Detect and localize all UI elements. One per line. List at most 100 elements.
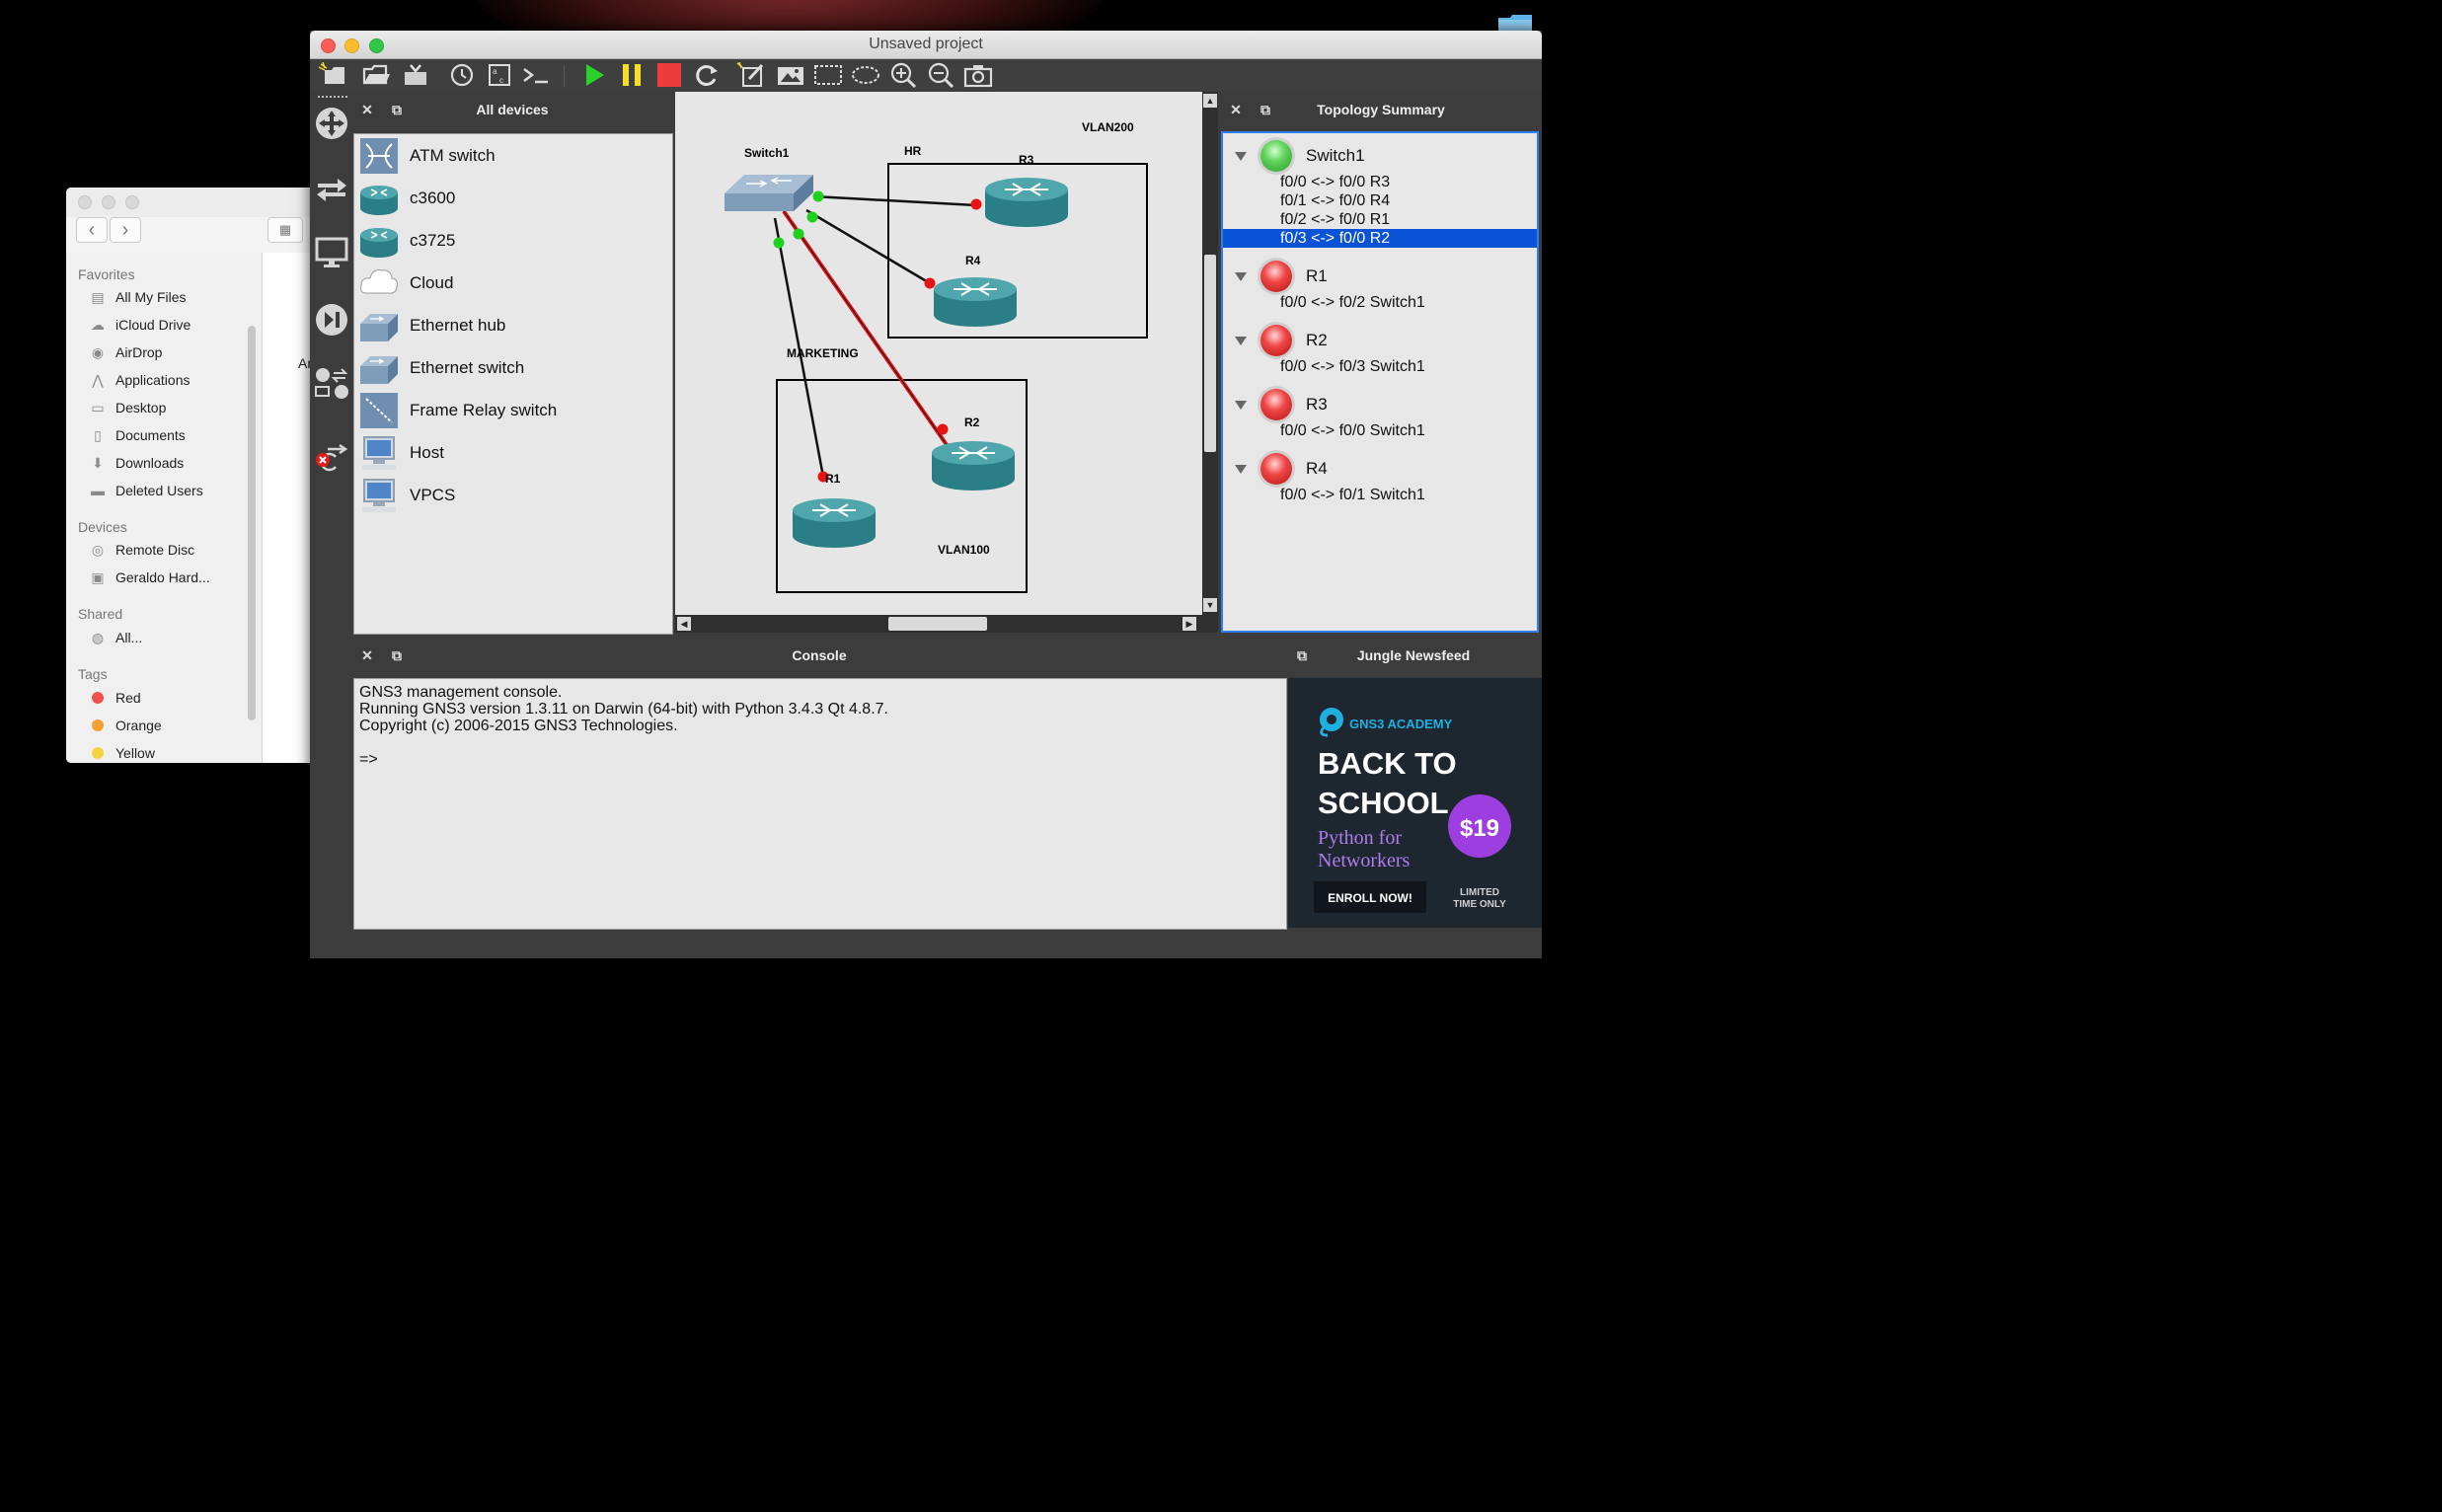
browse-end-devices-button[interactable] (314, 235, 349, 270)
close-console-dock-button[interactable]: ✕ (359, 647, 375, 663)
ad-cta[interactable]: ENROLL NOW! (1328, 891, 1412, 905)
expand-arrow-icon[interactable] (1235, 151, 1247, 161)
console-text[interactable]: GNS3 management console. Running GNS3 ver… (359, 684, 888, 768)
tag-item[interactable]: Yellow (88, 742, 155, 763)
switch1-node[interactable] (725, 175, 813, 211)
tag-item[interactable]: Red (88, 687, 141, 709)
window-minimize-button[interactable] (344, 38, 359, 53)
zoom-in-button[interactable] (887, 60, 919, 90)
save-project-button[interactable] (400, 60, 431, 90)
device-item[interactable]: Frame Relay switch (354, 389, 672, 431)
reload-all-button[interactable] (691, 60, 723, 90)
topology-node-r1[interactable]: R1 (1235, 260, 1328, 293)
topology-canvas[interactable]: VLAN200 HR MARKETING VLAN100 Switch1 R3 … (675, 92, 1202, 615)
topology-node-r2[interactable]: R2 (1235, 324, 1328, 357)
finder-forward-button[interactable]: › (110, 217, 141, 243)
terminal-button[interactable] (520, 60, 552, 90)
window-close-button[interactable] (321, 38, 336, 53)
browse-all-devices-button[interactable] (314, 366, 349, 402)
add-link-button[interactable] (314, 439, 349, 475)
favorites-item[interactable]: ▭ Desktop (88, 397, 166, 418)
device-item[interactable]: c3725 (354, 219, 672, 262)
vertical-scroll-thumb[interactable] (1204, 255, 1216, 452)
topology-drawing[interactable]: VLAN200 HR MARKETING VLAN100 Switch1 R3 … (675, 92, 1202, 615)
scroll-down-arrow-icon[interactable]: ▼ (1203, 598, 1217, 612)
topology-link[interactable]: f0/1 <-> f0/0 R4 (1278, 191, 1390, 210)
shared-item[interactable]: ◍ All... (88, 627, 142, 648)
favorites-item[interactable]: ⋀ Applications (88, 369, 190, 391)
suspend-all-button[interactable] (616, 60, 648, 90)
topology-link-selected[interactable]: f0/3 <-> f0/0 R2 (1223, 229, 1537, 248)
float-devices-dock-button[interactable]: ⧉ (389, 102, 405, 117)
device-item[interactable]: Host (354, 431, 672, 474)
window-zoom-button[interactable] (369, 38, 384, 53)
stop-all-button[interactable] (653, 60, 685, 90)
float-console-dock-button[interactable]: ⧉ (389, 647, 405, 663)
console-connect-button[interactable]: ac (484, 60, 515, 90)
horizontal-scroll-thumb[interactable] (888, 617, 987, 631)
devices-item[interactable]: ◎ Remote Disc (88, 539, 194, 561)
canvas-horizontal-scrollbar[interactable]: ◀ ▶ (675, 615, 1218, 633)
new-project-button[interactable] (318, 60, 349, 90)
topology-node-r3[interactable]: R3 (1235, 388, 1328, 421)
tag-item[interactable]: Orange (88, 715, 162, 736)
canvas-vertical-scrollbar[interactable]: ▲ ▼ (1202, 92, 1218, 615)
scroll-right-arrow-icon[interactable]: ▶ (1183, 617, 1196, 631)
r1-node[interactable] (793, 498, 876, 548)
vlan200-label[interactable]: VLAN200 (1082, 120, 1134, 134)
topology-node-r4[interactable]: R4 (1235, 452, 1328, 486)
scroll-left-arrow-icon[interactable]: ◀ (677, 617, 691, 631)
expand-arrow-icon[interactable] (1235, 271, 1247, 281)
favorites-item[interactable]: ◉ AirDrop (88, 341, 163, 363)
device-item[interactable]: c3600 (354, 177, 672, 219)
topology-link[interactable]: f0/2 <-> f0/0 R1 (1278, 210, 1390, 229)
topology-link[interactable]: f0/0 <-> f0/0 R3 (1278, 173, 1390, 191)
snapshot-button[interactable] (445, 60, 477, 90)
topology-node-switch1[interactable]: Switch1 (1235, 139, 1365, 173)
close-topology-dock-button[interactable]: ✕ (1228, 102, 1244, 117)
r4-node[interactable] (934, 277, 1017, 327)
r3-node[interactable] (985, 178, 1068, 227)
finder-close-button[interactable] (78, 195, 92, 209)
hr-label[interactable]: HR (904, 144, 922, 158)
link-switch1-r3[interactable] (812, 194, 977, 207)
console-output[interactable]: GNS3 management console. Running GNS3 ver… (353, 678, 1287, 930)
finder-minimize-button[interactable] (102, 195, 115, 209)
expand-arrow-icon[interactable] (1235, 400, 1247, 410)
topology-link[interactable]: f0/0 <-> f0/3 Switch1 (1278, 357, 1425, 376)
start-all-button[interactable] (578, 60, 610, 90)
device-item[interactable]: ATM switch (354, 134, 672, 177)
device-item[interactable]: VPCS (354, 474, 672, 516)
expand-arrow-icon[interactable] (1235, 464, 1247, 474)
add-note-button[interactable] (735, 60, 767, 90)
vlan100-label[interactable]: VLAN100 (938, 543, 990, 557)
favorites-item[interactable]: ⬇ Downloads (88, 452, 184, 474)
device-item[interactable]: Ethernet switch (354, 346, 672, 389)
topology-link[interactable]: f0/0 <-> f0/0 Switch1 (1278, 421, 1425, 440)
finder-sidebar-scrollbar[interactable] (248, 326, 256, 720)
marketing-label[interactable]: MARKETING (787, 346, 859, 360)
screenshot-button[interactable] (962, 60, 994, 90)
draw-ellipse-button[interactable] (850, 60, 881, 90)
browse-routers-button[interactable] (314, 106, 349, 141)
float-newsfeed-dock-button[interactable]: ⧉ (1294, 647, 1310, 663)
finder-back-button[interactable]: ‹ (76, 217, 108, 243)
newsfeed-ad[interactable]: GNS3 ACADEMY BACK TO SCHOOL $19 Python f… (1288, 678, 1542, 928)
finder-zoom-button[interactable] (125, 195, 139, 209)
zoom-out-button[interactable] (925, 60, 956, 90)
scroll-up-arrow-icon[interactable]: ▲ (1203, 94, 1217, 108)
open-project-button[interactable] (360, 60, 392, 90)
insert-image-button[interactable] (775, 60, 806, 90)
finder-view-button[interactable]: ▦ (267, 217, 303, 243)
draw-rectangle-button[interactable] (812, 60, 844, 90)
favorites-item[interactable]: ▯ Documents (88, 424, 186, 446)
r2-node[interactable] (932, 441, 1015, 491)
device-item[interactable]: Cloud (354, 262, 672, 304)
favorites-item[interactable]: ☁ iCloud Drive (88, 314, 191, 336)
topology-link[interactable]: f0/0 <-> f0/1 Switch1 (1278, 486, 1425, 504)
expand-arrow-icon[interactable] (1235, 336, 1247, 345)
close-devices-dock-button[interactable]: ✕ (359, 102, 375, 117)
devices-item[interactable]: ▣ Geraldo Hard... (88, 567, 209, 588)
browse-security-devices-button[interactable] (314, 302, 349, 338)
topology-link[interactable]: f0/0 <-> f0/2 Switch1 (1278, 293, 1425, 312)
